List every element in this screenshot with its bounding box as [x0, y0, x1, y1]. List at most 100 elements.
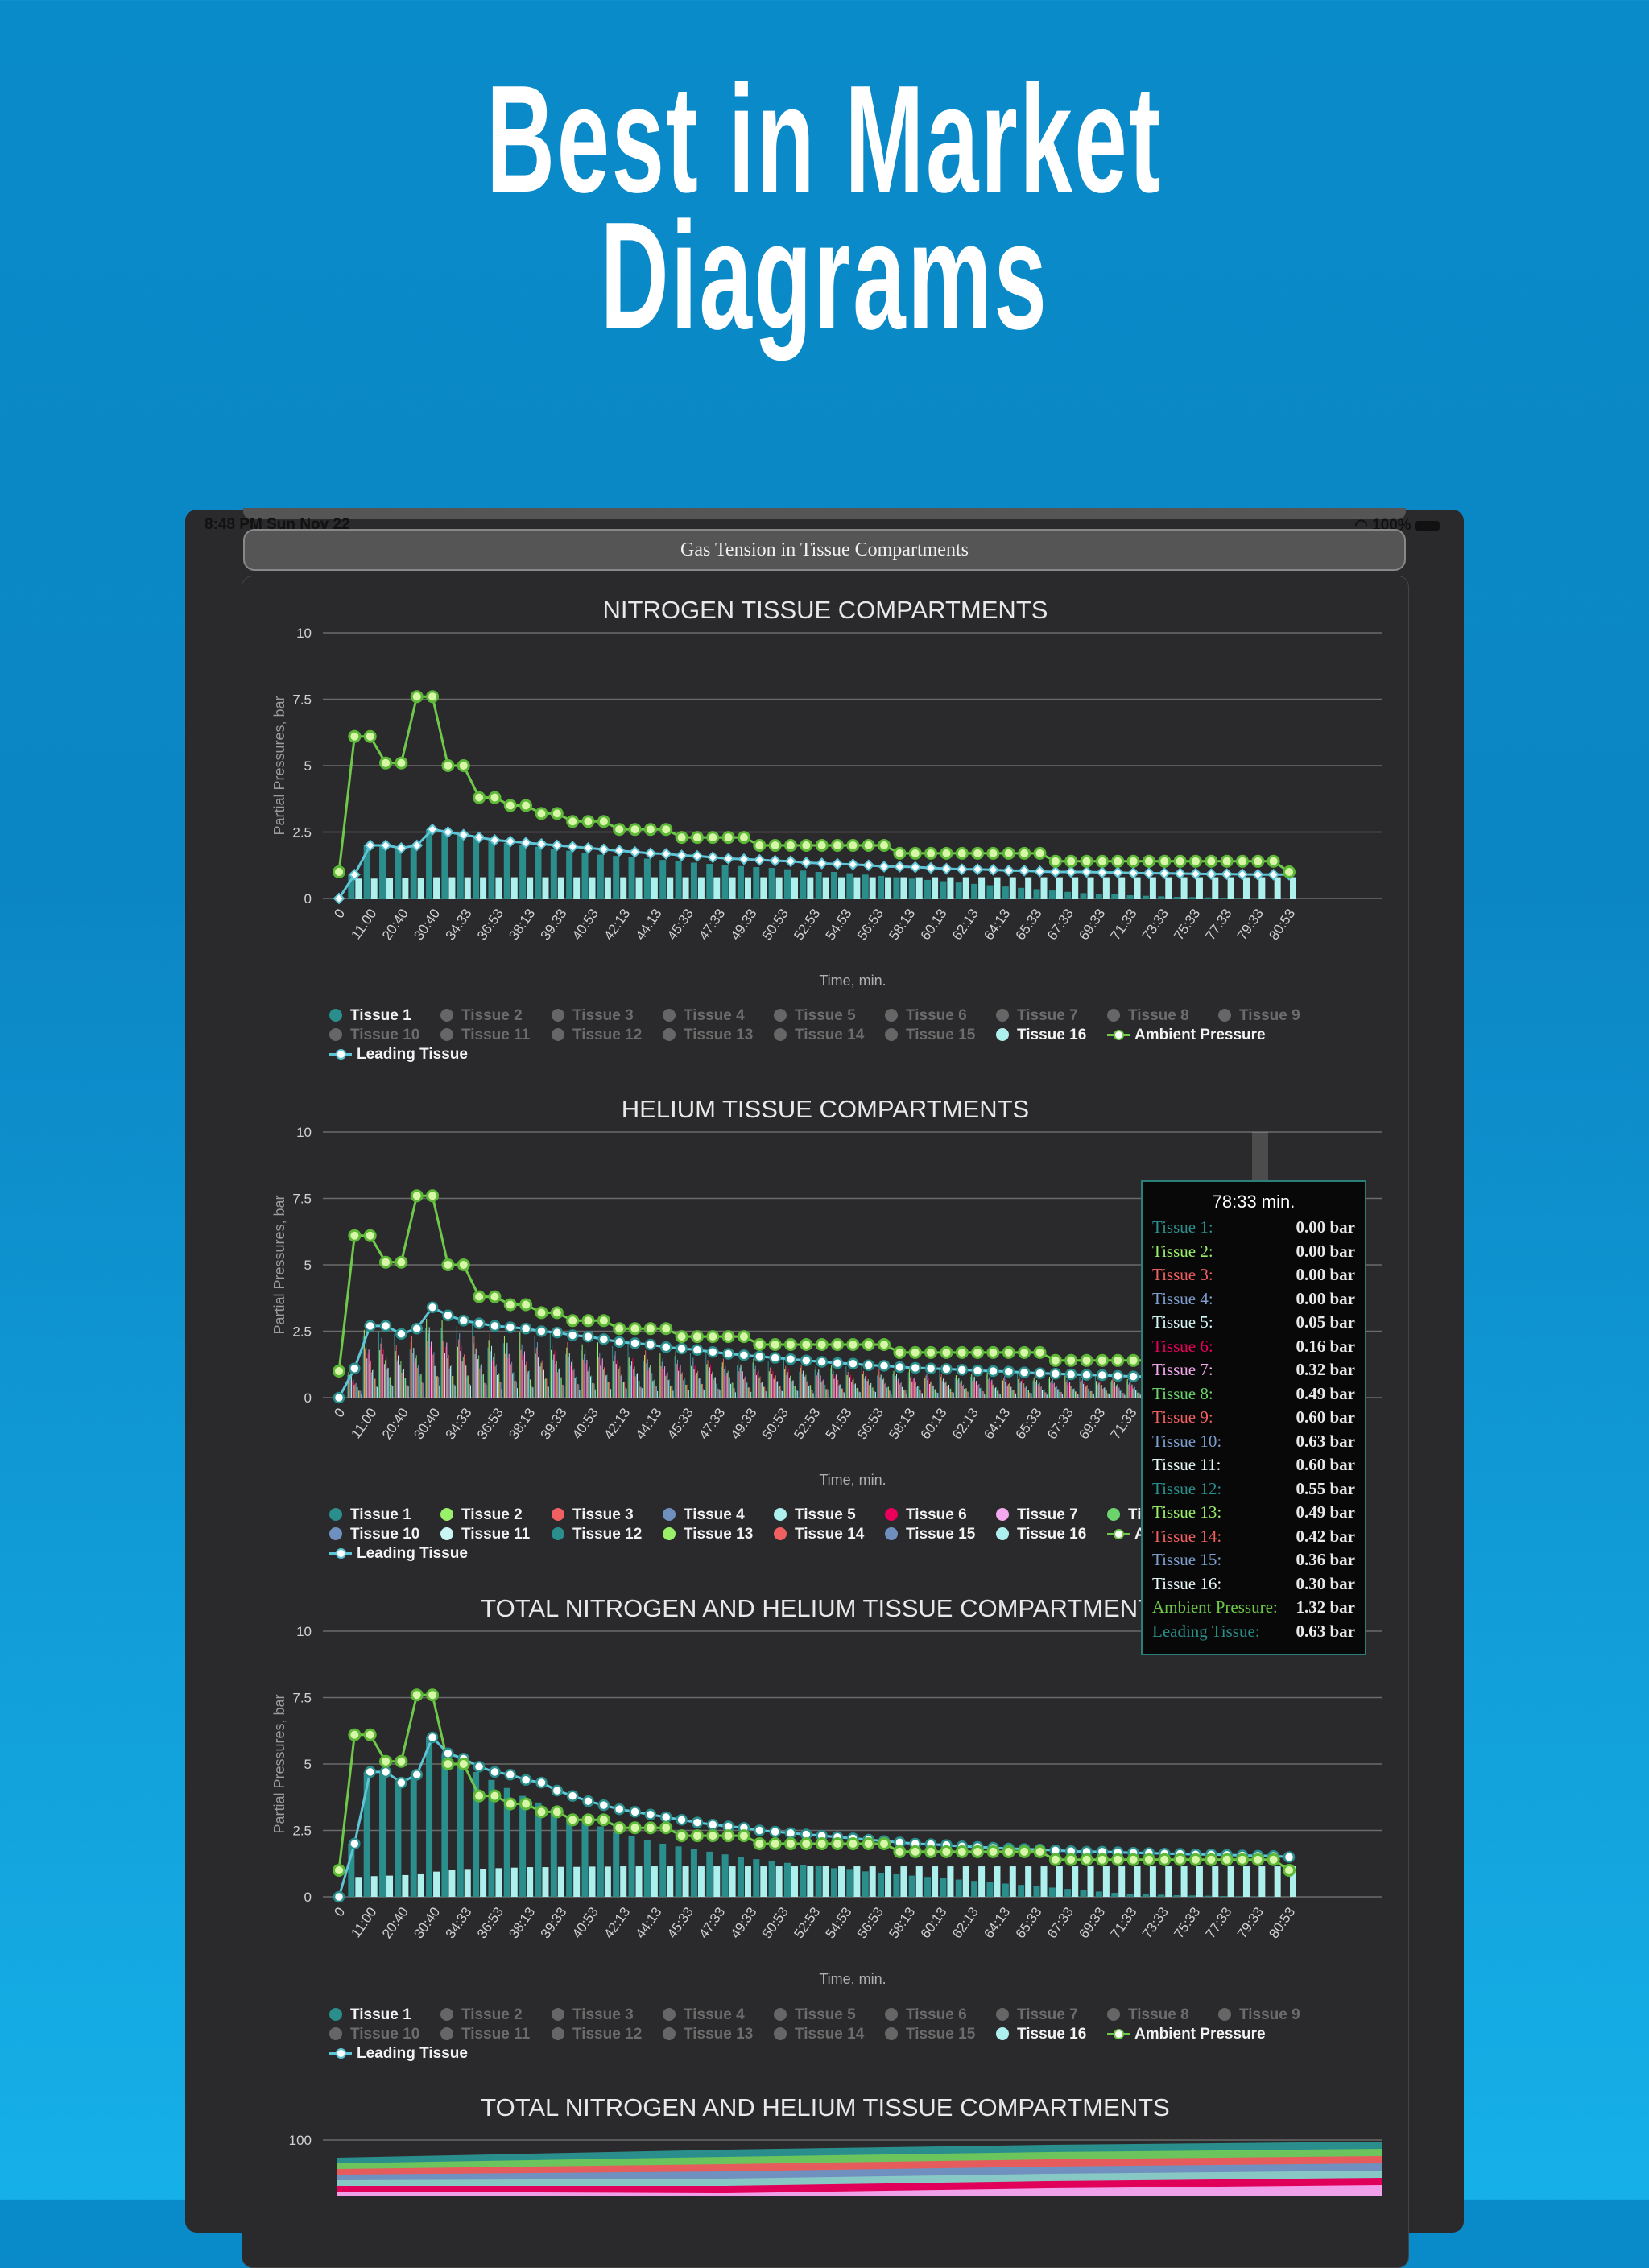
bar-tissue-16	[1181, 1866, 1188, 1897]
legend-item[interactable]: Tissue 2	[440, 2006, 523, 2024]
legend-item[interactable]: Tissue 7	[996, 2006, 1078, 2024]
legend-item[interactable]: Tissue 13	[663, 1027, 753, 1044]
legend-item[interactable]: Tissue 4	[663, 1506, 745, 1524]
legend-item[interactable]: Tissue 15	[885, 2026, 975, 2043]
legend-item[interactable]: Leading Tissue	[329, 1046, 468, 1064]
bar-tissue-13	[873, 1387, 874, 1398]
bar-tissue-16	[402, 1875, 408, 1897]
ambient-pressure-point	[848, 841, 858, 851]
legend-item[interactable]: Tissue 10	[329, 2026, 419, 2043]
leading-tissue-point	[490, 1767, 499, 1777]
bar-tissue-4	[537, 1342, 538, 1398]
bar-tissue-11	[762, 1382, 763, 1398]
legend-item[interactable]: Tissue 11	[440, 1526, 530, 1543]
legend-item[interactable]: Tissue 15	[885, 1526, 975, 1543]
bar-tissue-12	[1058, 1389, 1059, 1398]
leading-tissue-point	[334, 1393, 344, 1403]
legend-item[interactable]: Tissue 16	[996, 2026, 1086, 2043]
legend-item[interactable]: Tissue 7	[996, 1007, 1078, 1025]
legend-item[interactable]: Tissue 15	[885, 1027, 975, 1044]
legend-item[interactable]: Tissue 16	[996, 1027, 1086, 1044]
bar-tissue-1	[924, 1877, 931, 1897]
bar-tissue-12	[1074, 1389, 1075, 1398]
legend-item[interactable]: Tissue 14	[774, 2026, 864, 2043]
bar-tissue-15	[796, 1390, 797, 1398]
leading-tissue-point	[754, 1826, 764, 1836]
bar-tissue-14	[406, 1385, 407, 1398]
ambient-pressure-point	[988, 848, 998, 858]
legend-item[interactable]: Tissue 16	[996, 1526, 1086, 1543]
bar-tissue-1	[1221, 898, 1227, 899]
bar-tissue-12	[529, 1370, 530, 1398]
legend-item[interactable]: Tissue 9	[1218, 1007, 1300, 1025]
bar-tissue-1	[612, 1346, 613, 1398]
legend-item[interactable]: Tissue 6	[885, 2006, 967, 2024]
legend-item[interactable]: Tissue 8	[1107, 2006, 1189, 2024]
ambient-pressure-point	[552, 808, 562, 819]
legend-item[interactable]: Tissue 1	[329, 2006, 411, 2024]
bar-tissue-1	[706, 864, 713, 899]
ambient-pressure-point	[848, 1839, 858, 1849]
legend-item[interactable]: Tissue 2	[440, 1007, 523, 1025]
legend-item[interactable]: Tissue 7	[996, 1506, 1078, 1524]
legend-item[interactable]: Leading Tissue	[329, 2045, 468, 2063]
legend-item[interactable]: Tissue 5	[774, 1007, 856, 1025]
legend-item[interactable]: Tissue 2	[440, 1506, 523, 1524]
bar-tissue-3	[910, 1378, 911, 1398]
legend-item[interactable]: Tissue 6	[885, 1007, 967, 1025]
chart-total-percent[interactable]: 100	[242, 2132, 1408, 2196]
bar-tissue-14	[811, 1390, 812, 1398]
chart-nitrogen[interactable]: 02.557.510Partial Pressures, barTime, mi…	[242, 625, 1408, 1011]
legend-item[interactable]: Tissue 6	[885, 1506, 967, 1524]
x-tick-label: 20:40	[379, 906, 411, 943]
x-tick-label: 80:53	[1266, 1904, 1298, 1941]
legend-item[interactable]: Tissue 14	[774, 1027, 864, 1044]
legend-item[interactable]: Tissue 12	[552, 1027, 642, 1044]
legend-item[interactable]: Tissue 12	[552, 1526, 642, 1543]
leading-tissue-point	[459, 1316, 469, 1325]
x-tick-label: 77:33	[1203, 906, 1235, 943]
ambient-pressure-point	[505, 1799, 515, 1809]
legend-item[interactable]: Tissue 3	[552, 1007, 634, 1025]
legend-dot-icon	[996, 2027, 1009, 2040]
legend-item[interactable]: Tissue 13	[663, 1526, 753, 1543]
ambient-pressure-point	[1019, 848, 1030, 858]
bar-tissue-10	[1119, 1387, 1120, 1398]
legend-item[interactable]: Tissue 11	[440, 2026, 530, 2043]
legend-item[interactable]: Tissue 9	[1218, 2006, 1300, 2024]
bar-tissue-1	[939, 1369, 940, 1398]
legend-item[interactable]: Tissue 4	[663, 1007, 745, 1025]
legend-item[interactable]: Tissue 10	[329, 1526, 419, 1543]
legend-item[interactable]: Tissue 3	[552, 2006, 634, 2024]
legend-item[interactable]: Tissue 13	[663, 2026, 753, 2043]
legend-item[interactable]: Ambient Pressure	[1107, 2026, 1266, 2043]
bar-tissue-15	[516, 1382, 517, 1398]
ambient-pressure-point	[428, 1191, 438, 1201]
legend-item[interactable]: Tissue 10	[329, 1027, 419, 1044]
x-tick-label: 45:33	[664, 1405, 696, 1442]
legend-item[interactable]: Tissue 14	[774, 1526, 864, 1543]
bar-tissue-10	[371, 1373, 372, 1398]
x-tick-label: 67:33	[1044, 906, 1077, 943]
charts-panel[interactable]: NITROGEN TISSUE COMPARTMENTS 02.557.510P…	[242, 576, 1409, 2268]
legend-item[interactable]: Tissue 1	[329, 1506, 411, 1524]
bar-tissue-3	[473, 1336, 474, 1398]
tooltip-row: Ambient Pressure:1.32 bar	[1143, 1597, 1365, 1621]
leading-tissue-point	[848, 1359, 858, 1369]
legend-item[interactable]: Tissue 11	[440, 1027, 530, 1044]
legend-item[interactable]: Tissue 1	[329, 1007, 411, 1025]
legend-item[interactable]: Tissue 3	[552, 1506, 634, 1524]
bar-tissue-6	[990, 1382, 991, 1398]
legend-item[interactable]: Tissue 4	[663, 2006, 745, 2024]
legend-item[interactable]: Tissue 12	[552, 2026, 642, 2043]
bar-tissue-6	[508, 1358, 509, 1398]
tooltip-row: Tissue 15:0.36 bar	[1143, 1550, 1365, 1574]
tooltip-row: Tissue 13:0.49 bar	[1143, 1502, 1365, 1526]
legend-item[interactable]: Tissue 5	[774, 2006, 856, 2024]
legend-item[interactable]: Leading Tissue	[329, 1545, 468, 1563]
legend-item[interactable]: Tissue 8	[1107, 1007, 1189, 1025]
legend-item[interactable]: Ambient Pressure	[1107, 1027, 1266, 1044]
bar-tissue-11	[590, 1377, 591, 1398]
chart-total[interactable]: 02.557.510Partial Pressures, barTime, mi…	[242, 1623, 1408, 2010]
legend-item[interactable]: Tissue 5	[774, 1506, 856, 1524]
